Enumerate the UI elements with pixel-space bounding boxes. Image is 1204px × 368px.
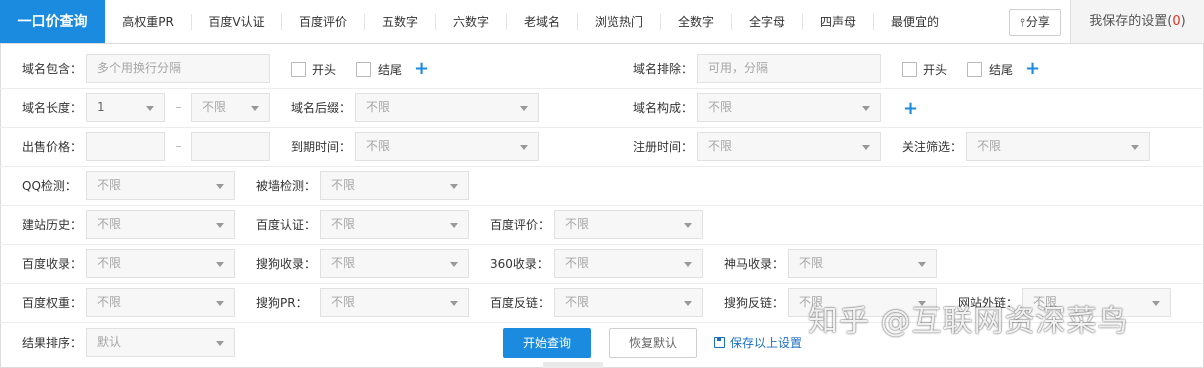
share-icon: ⫯	[1020, 16, 1025, 29]
expire-time-label: 到期时间：	[291, 140, 352, 154]
watermark: 知乎 @互联网资深菜鸟	[808, 304, 1129, 339]
site-history-select[interactable]: 不限	[86, 210, 235, 239]
domain-composition-select[interactable]: 不限	[697, 93, 881, 122]
saved-settings-count: 0	[1172, 14, 1181, 29]
baidu-index-label: 百度收录：	[22, 257, 83, 271]
filter-row-price-time: 出售价格： 到期时间： 不限 注册时间： 不限 关注筛选： 不限	[0, 128, 1204, 167]
sale-price-label: 出售价格：	[22, 140, 83, 154]
filter-row-indexes: 百度收录： 不限 搜狗收录： 不限 360收录： 不限 神马收录： 不限	[0, 245, 1204, 284]
exclude-start-label: 开头	[923, 63, 948, 77]
tab-six-digits[interactable]: 六数字	[436, 0, 506, 43]
sort-label: 结果排序：	[22, 336, 83, 350]
scroll-handle[interactable]	[543, 362, 603, 368]
register-time-select[interactable]: 不限	[697, 132, 881, 161]
baidu-backlink-select[interactable]: 不限	[554, 288, 703, 317]
domain-include-label: 域名包含：	[22, 62, 83, 76]
saved-settings-tab[interactable]: 我保存的设置(0)	[1070, 0, 1204, 43]
baidu-rating-label: 百度评价：	[490, 218, 551, 232]
range-dash	[176, 107, 181, 108]
site-history-label: 建站历史：	[22, 218, 83, 232]
include-end-label: 结尾	[378, 63, 403, 77]
domain-exclude-label: 域名排除：	[633, 62, 694, 76]
s360-index-label: 360收录：	[490, 257, 549, 271]
expire-time-select[interactable]: 不限	[355, 132, 539, 161]
tab-fixed-price-search[interactable]: 一口价查询	[0, 0, 105, 43]
follow-filter-label: 关注筛选：	[902, 140, 963, 154]
sogou-index-label: 搜狗收录：	[256, 257, 317, 271]
domain-suffix-select[interactable]: 不限	[355, 93, 539, 122]
domain-length-min-select[interactable]: 1	[86, 93, 165, 122]
sort-select[interactable]: 默认	[86, 328, 235, 357]
tab-four-initials[interactable]: 四声母	[803, 0, 873, 43]
domain-include-input[interactable]: 多个用换行分隔	[86, 54, 270, 83]
wall-check-select[interactable]: 不限	[320, 171, 469, 200]
domain-exclude-input[interactable]: 可用，分隔	[697, 54, 881, 83]
sogou-pr-label: 搜狗PR：	[256, 296, 308, 310]
baidu-weight-label: 百度权重：	[22, 296, 83, 310]
baidu-backlink-label: 百度反链：	[490, 296, 551, 310]
filter-row-include-exclude: 域名包含： 多个用换行分隔 开头 结尾 + 域名排除： 可用，分隔 开头 结尾 …	[0, 50, 1204, 89]
filter-row-qq-wall: QQ检测： 不限 被墙检测： 不限	[0, 167, 1204, 206]
exclude-start-checkbox[interactable]	[902, 62, 917, 77]
wall-check-label: 被墙检测：	[256, 179, 317, 193]
save-icon	[714, 337, 725, 348]
tab-cheapest[interactable]: 最便宜的	[874, 0, 956, 43]
domain-suffix-label: 域名后缀：	[291, 101, 352, 115]
exclude-end-label: 结尾	[989, 63, 1014, 77]
follow-filter-select[interactable]: 不限	[966, 132, 1150, 161]
range-dash	[176, 146, 181, 147]
shenma-index-select[interactable]: 不限	[788, 249, 937, 278]
share-button[interactable]: ⫯分享	[1009, 9, 1061, 36]
domain-composition-label: 域名构成：	[633, 101, 694, 115]
shenma-index-label: 神马收录：	[724, 257, 785, 271]
start-search-button[interactable]: 开始查询	[503, 328, 591, 358]
baidu-index-select[interactable]: 不限	[86, 249, 235, 278]
sale-price-max-input[interactable]	[191, 132, 270, 161]
tab-high-weight-pr[interactable]: 高权重PR	[105, 0, 191, 43]
tab-bar: 一口价查询 高权重PR 百度V认证 百度评价 五数字 六数字 老域名 浏览热门 …	[0, 0, 1204, 44]
include-end-checkbox[interactable]	[356, 62, 371, 77]
domain-length-max-select[interactable]: 不限	[191, 93, 270, 122]
save-settings-label: 保存以上设置	[730, 336, 803, 350]
baidu-cert-label: 百度认证：	[256, 218, 317, 232]
baidu-cert-select[interactable]: 不限	[320, 210, 469, 239]
reset-default-button[interactable]: 恢复默认	[609, 328, 697, 358]
filter-row-length-suffix: 域名长度： 1 不限 域名后缀： 不限 域名构成： 不限 +	[0, 89, 1204, 128]
baidu-weight-select[interactable]: 不限	[86, 288, 235, 317]
sogou-index-select[interactable]: 不限	[320, 249, 469, 278]
sale-price-min-input[interactable]	[86, 132, 165, 161]
exclude-add-icon[interactable]: +	[1025, 54, 1040, 84]
save-settings-link[interactable]: 保存以上设置	[714, 328, 802, 358]
qq-check-select[interactable]: 不限	[86, 171, 235, 200]
include-add-icon[interactable]: +	[414, 54, 429, 84]
tab-all-digits[interactable]: 全数字	[661, 0, 731, 43]
include-start-label: 开头	[312, 63, 337, 77]
tab-five-digits[interactable]: 五数字	[365, 0, 435, 43]
filter-row-history-cert: 建站历史： 不限 百度认证： 不限 百度评价： 不限	[0, 206, 1204, 245]
composition-add-icon[interactable]: +	[903, 94, 918, 124]
sogou-pr-select[interactable]: 不限	[320, 288, 469, 317]
share-label: 分享	[1025, 15, 1050, 29]
qq-check-label: QQ检测：	[22, 179, 77, 193]
exclude-end-checkbox[interactable]	[967, 62, 982, 77]
s360-index-select[interactable]: 不限	[554, 249, 703, 278]
tab-popular[interactable]: 浏览热门	[578, 0, 660, 43]
tab-baidu-v-cert[interactable]: 百度V认证	[192, 0, 281, 43]
sogou-backlink-label: 搜狗反链：	[724, 296, 785, 310]
include-start-checkbox[interactable]	[291, 62, 306, 77]
domain-length-label: 域名长度：	[22, 101, 83, 115]
saved-settings-close-paren: )	[1180, 14, 1186, 29]
saved-settings-label: 我保存的设置(	[1089, 14, 1173, 29]
tab-all-letters[interactable]: 全字母	[732, 0, 802, 43]
register-time-label: 注册时间：	[633, 140, 694, 154]
tab-baidu-rating[interactable]: 百度评价	[282, 0, 364, 43]
baidu-rating-select[interactable]: 不限	[554, 210, 703, 239]
tab-old-domains[interactable]: 老域名	[507, 0, 577, 43]
